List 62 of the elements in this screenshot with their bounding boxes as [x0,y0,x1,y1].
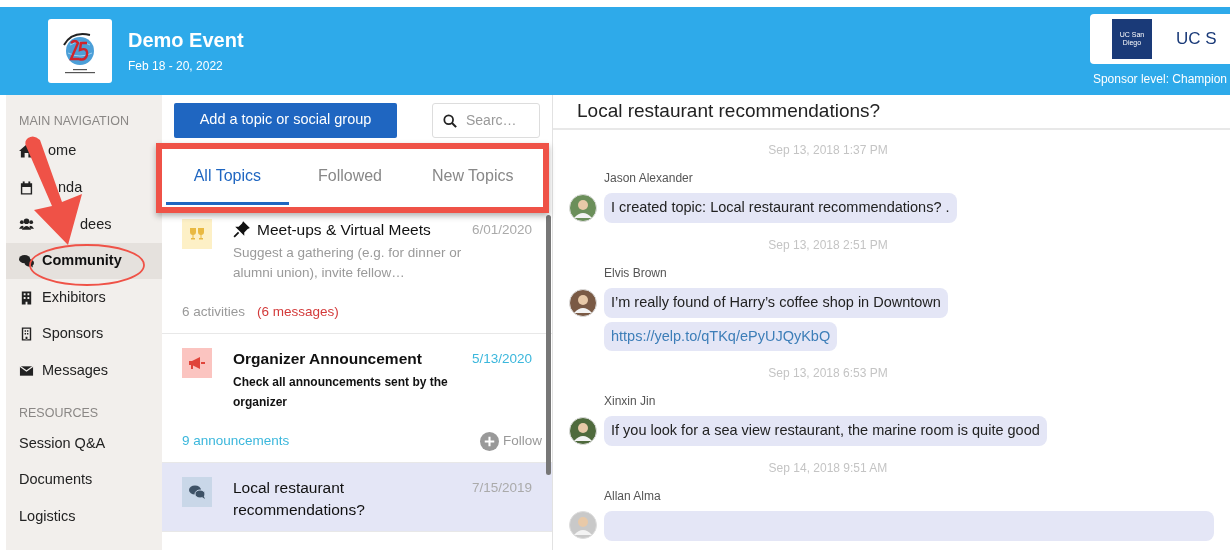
nav-item[interactable]: Sponsors [42,323,104,346]
chat-bubbles-icon [19,254,34,269]
activity-count: 6 activities [182,302,246,321]
nav-item[interactable]: nda [58,177,83,199]
section-heading: RESOURCES [18,405,100,423]
nav-item[interactable]: Exhibitors [42,286,106,309]
caption-lines-icon [65,68,95,74]
building-icon [19,290,34,305]
topic-title: Organizer Announcement [233,349,423,369]
topic-item[interactable]: Local restaurant recommendations? 7/15/2019 [162,463,552,532]
search-icon [443,113,457,128]
people-icon [19,217,34,232]
plus-icon [480,431,499,451]
message-link[interactable]: https://yelp.to/qTKq/ePyUJQyKbQ [604,321,838,352]
section-heading: MAIN NAVIGATION [18,113,130,130]
nav-item[interactable]: Messages [42,360,109,382]
message-author: Xinxin Jin [604,393,657,411]
chat-bubbles-icon [182,477,212,507]
topic-item[interactable]: Meet-ups & Virtual Meets 6/01/2020 Suggest a gathering (e.g. for dinner or alumni union), invite fellow… 6 activities (6 messages) [162,205,552,334]
message-time: Sep 13, 2018 2:51 PM [768,237,888,252]
message-bubble: If you look for a sea view restaurant, the marine room is quite good [604,416,1047,446]
mail-icon [19,363,34,378]
topic-date: 5/13/2020 [471,350,532,368]
avatar [569,193,597,222]
message-author: Allan Alma [604,488,662,505]
topic-date: 6/01/2020 [471,221,532,239]
avatar [569,511,597,539]
message-author: Jason Alexander [604,170,694,187]
event-dates: Feb 18 - 20, 2022 [128,58,224,75]
sponsor-name: UC S [1176,28,1217,51]
chat-title: Local restaurant recommendations? [553,95,1230,130]
topic-title: Local restaurant recommendations? [233,478,366,520]
megaphone-icon [182,348,212,378]
nav-item[interactable]: Logistics [19,505,76,528]
nav-item[interactable]: Documents [19,469,93,491]
scrollbar[interactable] [546,215,551,475]
search-field[interactable]: Searc… [432,102,540,138]
topic-title: Meet-ups & Virtual Meets [257,220,432,240]
calendar-icon [19,180,34,195]
nav-item[interactable]: ome [48,140,77,163]
topic-tab[interactable]: Followed [288,150,412,205]
avatar [569,417,597,446]
message-time: Sep 13, 2018 6:53 PM [768,366,888,381]
event-title: Demo Event [128,28,244,53]
add-topic-button[interactable]: Add a topic or social group [174,102,397,138]
nav-item[interactable]: dees [80,213,112,236]
topic-date: 7/15/2019 [471,479,532,497]
avatar [569,288,597,317]
message-time: Sep 14, 2018 9:51 AM [768,461,888,475]
topic-tab[interactable]: New Topics [411,150,534,205]
nav-item[interactable]: Community [6,242,162,280]
nav-item[interactable]: Session Q&A [19,432,106,455]
message-bubble: I created topic: Local restaurant recommendations? . [604,193,957,223]
topic-description: Check all announcements sent by the organizer [233,374,449,411]
sponsor-level: Sponsor level: Champion [1092,71,1228,88]
glasses-icon [182,219,212,249]
office-building-icon [19,327,34,342]
message-time: Sep 13, 2018 1:37 PM [768,143,888,157]
message-count: (6 messages) [257,302,339,321]
message-author: Elvis Brown [604,264,668,282]
topic-description: Suggest a gathering (e.g. for dinner or alumni union), invite fellow… [233,244,463,282]
message-bubble: I’m really found of Harry’s coffee shop in Downtown [604,287,948,318]
